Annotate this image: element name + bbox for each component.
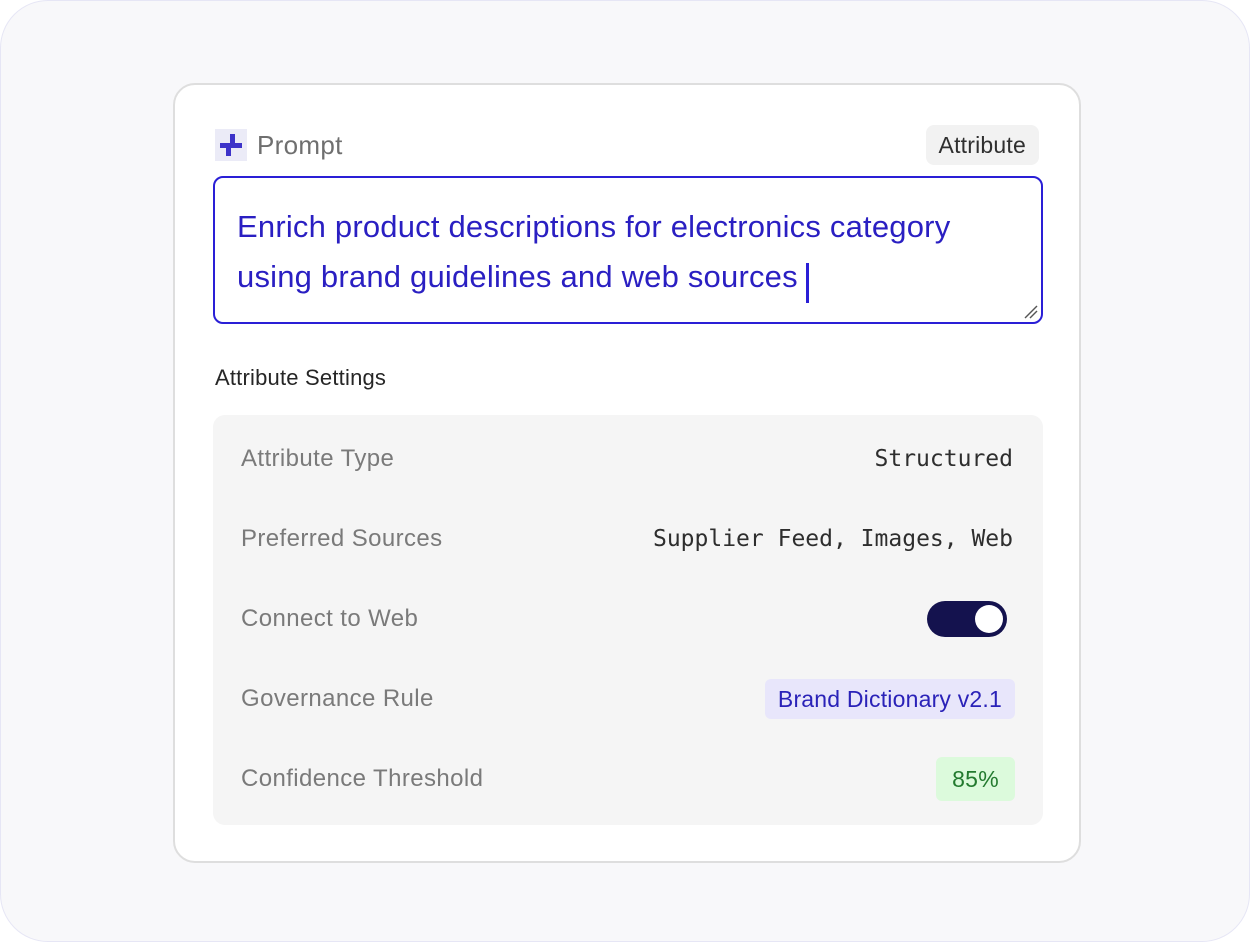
governance-rule-badge[interactable]: Brand Dictionary v2.1 xyxy=(764,679,1015,719)
setting-row-governance-rule: Governance Rule Brand Dictionary v2.1 xyxy=(241,677,1015,721)
attribute-settings-panel: Attribute Type Structured Preferred Sour… xyxy=(213,415,1043,825)
prompt-card: Prompt Attribute Enrich product descript… xyxy=(173,83,1081,863)
page-frame: Prompt Attribute Enrich product descript… xyxy=(0,0,1250,942)
prompt-label: Prompt xyxy=(257,130,343,160)
setting-row-attribute-type: Attribute Type Structured xyxy=(241,437,1015,481)
governance-rule-label: Governance Rule xyxy=(241,685,434,712)
setting-row-confidence-threshold: Confidence Threshold 85% xyxy=(241,757,1015,801)
prompt-text: Enrich product descriptions for electron… xyxy=(237,209,951,294)
resize-handle-icon[interactable] xyxy=(1021,302,1039,320)
text-caret xyxy=(805,262,809,303)
toggle-knob xyxy=(975,605,1003,633)
connect-to-web-label: Connect to Web xyxy=(241,605,419,632)
attribute-type-label: Attribute Type xyxy=(241,445,395,472)
connect-to-web-toggle[interactable] xyxy=(927,601,1007,637)
settings-title: Attribute Settings xyxy=(215,365,387,390)
confidence-threshold-badge[interactable]: 85% xyxy=(936,757,1015,801)
prompt-header: Prompt Attribute xyxy=(215,125,1039,165)
preferred-sources-value[interactable]: Supplier Feed, Images, Web xyxy=(653,517,1013,561)
setting-row-preferred-sources: Preferred Sources Supplier Feed, Images,… xyxy=(241,517,1015,561)
attribute-tag[interactable]: Attribute xyxy=(925,125,1039,165)
sparkle-plus-icon xyxy=(215,129,247,161)
prompt-input[interactable]: Enrich product descriptions for electron… xyxy=(213,176,1043,324)
attribute-type-value[interactable]: Structured xyxy=(875,437,1013,481)
preferred-sources-label: Preferred Sources xyxy=(241,525,443,552)
confidence-threshold-label: Confidence Threshold xyxy=(241,765,484,792)
setting-row-connect-to-web: Connect to Web xyxy=(241,597,1015,641)
